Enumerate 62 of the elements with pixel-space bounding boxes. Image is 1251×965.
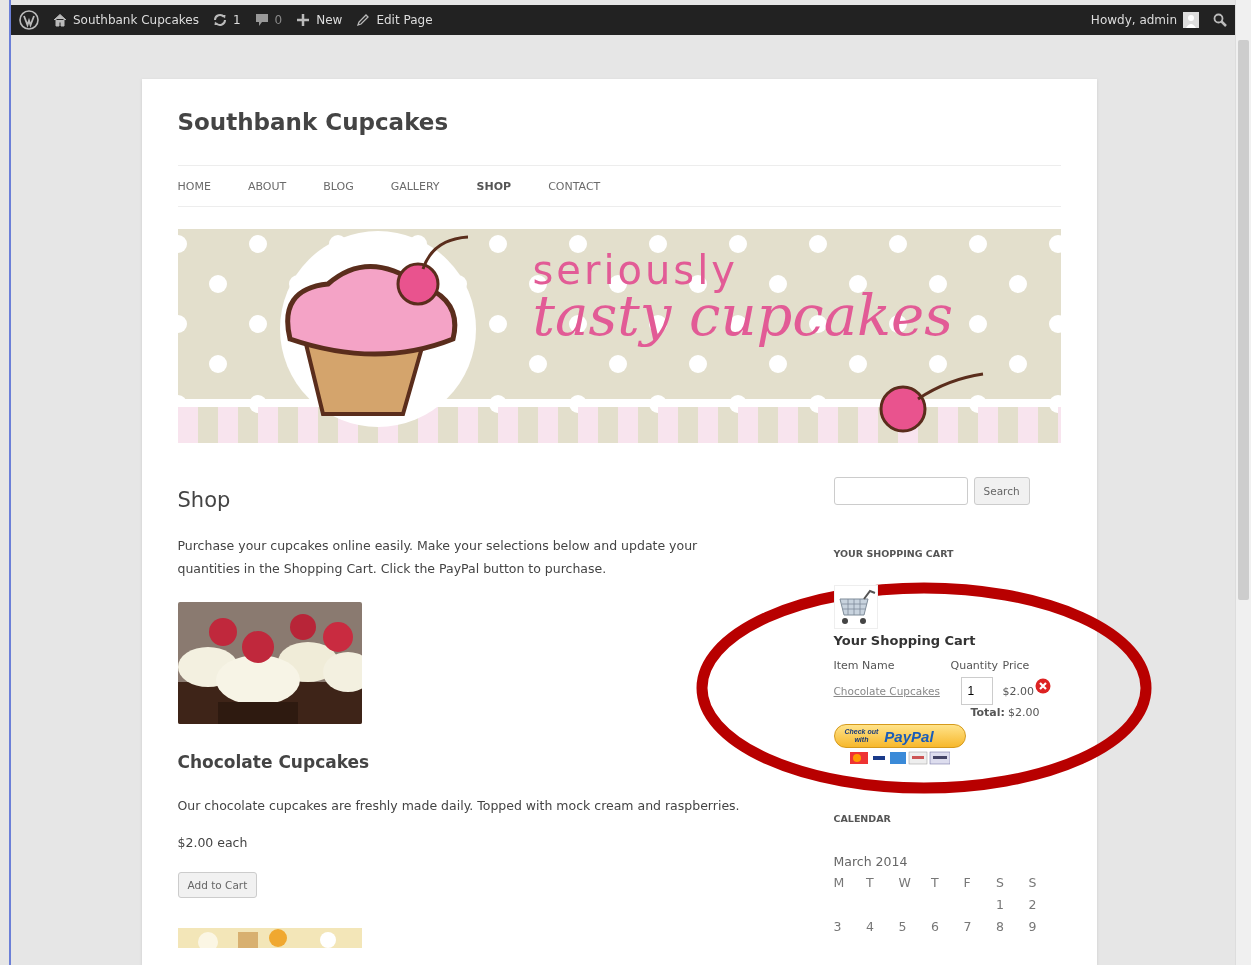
column-header: Quantity xyxy=(950,659,1000,672)
nav-link[interactable]: SHOP xyxy=(476,179,512,193)
remove-icon[interactable] xyxy=(1034,678,1051,694)
comments-link[interactable]: 0 xyxy=(254,13,283,27)
search-button[interactable]: Search xyxy=(973,477,1030,505)
calendar-day: 6 xyxy=(931,919,964,935)
calendar-day: 8 xyxy=(996,919,1029,935)
edit-page-link[interactable]: Edit Page xyxy=(356,13,433,27)
product-name: Chocolate Cupcakes xyxy=(177,752,371,772)
item-price: $2.00 xyxy=(1002,684,1035,698)
payment-cards-icon xyxy=(849,751,950,765)
quantity-field[interactable]: 1 xyxy=(960,677,993,705)
add-to-cart-button[interactable]: Add to Cart xyxy=(177,872,258,898)
intro-text: Purchase your cupcakes online easily. Make your selections below and update your quantities in the Shopping Cart. Click the PayPal button to purchase. xyxy=(177,537,699,578)
calendar-day: 3 xyxy=(833,919,866,935)
account-link[interactable]: Howdy, admin xyxy=(1090,12,1199,28)
scrollbar[interactable] xyxy=(1235,0,1251,965)
calendar-day: 2 xyxy=(1028,897,1061,913)
calendar-day: 1 xyxy=(996,897,1029,913)
product-price: $2.00 each xyxy=(177,835,249,850)
search-field[interactable] xyxy=(833,477,968,505)
avatar-icon xyxy=(1183,12,1199,28)
calendar-day: 9 xyxy=(1028,919,1061,935)
plus-icon xyxy=(296,13,311,27)
weekday-label: W xyxy=(898,875,912,891)
search-icon[interactable] xyxy=(1213,13,1227,27)
column-header: Item Name xyxy=(833,659,896,672)
page-title: Shop xyxy=(177,488,232,512)
home-icon xyxy=(53,13,67,27)
nav-link[interactable]: HOME xyxy=(177,179,211,193)
column-header: Price xyxy=(1002,659,1031,672)
cart-title: Your Shopping Cart xyxy=(833,633,977,648)
refresh-icon xyxy=(212,13,227,27)
nav-link[interactable]: ABOUT xyxy=(247,179,287,193)
weekday-label: S xyxy=(1028,875,1038,891)
wordpress-logo-icon[interactable] xyxy=(19,10,39,30)
shopping-cart-icon xyxy=(833,585,878,629)
weekday-label: T xyxy=(866,875,875,891)
calendar-day: 4 xyxy=(866,919,899,935)
site-link[interactable]: Southbank Cupcakes xyxy=(53,13,199,27)
new-link[interactable]: New xyxy=(296,13,343,27)
calendar-day: 7 xyxy=(963,919,996,935)
banner-drawing: seriously tasty cupcakes xyxy=(177,229,1061,443)
widget-heading: YOUR SHOPPING CART xyxy=(833,548,955,559)
nav-link[interactable]: CONTACT xyxy=(548,179,601,193)
nav-link[interactable]: BLOG xyxy=(323,179,354,193)
total-label: Total: xyxy=(970,706,1005,719)
weekday-label: F xyxy=(963,875,972,891)
site-title[interactable]: Southbank Cupcakes xyxy=(177,109,1061,149)
weekday-label: M xyxy=(833,875,846,891)
nav-link[interactable]: GALLERY xyxy=(390,179,440,193)
updates-link[interactable]: 1 xyxy=(212,13,241,27)
comment-icon xyxy=(254,13,269,27)
total-amount: $2.00 xyxy=(1007,706,1040,719)
calendar-day: 5 xyxy=(898,919,931,935)
item-link[interactable]: Chocolate Cupcakes xyxy=(833,685,951,697)
calendar-month: March 2014 xyxy=(833,854,909,869)
weekday-label: S xyxy=(996,875,1005,891)
weekday-label: T xyxy=(931,875,940,891)
product-description: Our chocolate cupcakes are freshly made daily. Topped with mock cream and raspberries. xyxy=(177,798,741,813)
pencil-icon xyxy=(356,13,371,27)
widget-heading: CALENDAR xyxy=(833,813,892,824)
